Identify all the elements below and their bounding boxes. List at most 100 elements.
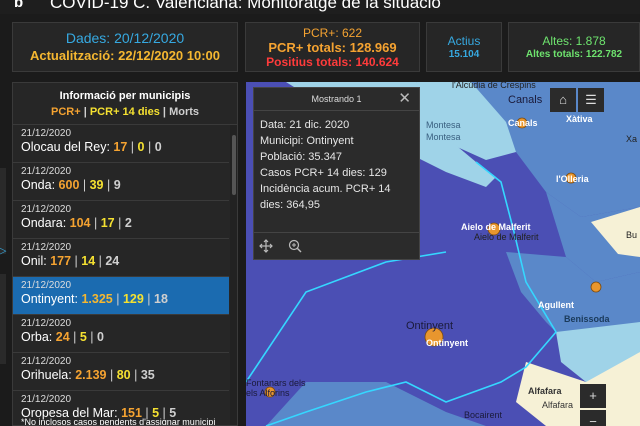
popup-body: Data: 21 dic. 2020 Municipi: Ontinyent Pob… [254, 111, 419, 219]
row-municipality: Onda: [21, 178, 56, 192]
data-date: Dades: 20/12/2020 [65, 30, 185, 46]
row-municipality: Onil: [21, 254, 47, 268]
footnote: *No inclosos casos pendents d'assignar m… [21, 417, 216, 426]
zoom-out-button[interactable]: − [580, 410, 606, 426]
municipality-rows: 21/12/2020 Olocau del Rey: 17 | 0 | 0 21/1… [13, 125, 229, 425]
row-values: Olocau del Rey: 17 | 0 | 0 [21, 140, 162, 154]
row-morts: 2 [124, 216, 132, 230]
row-date: 21/12/2020 [21, 204, 72, 215]
pan-icon[interactable] [259, 239, 273, 253]
expand-arrow-icon[interactable]: ▷ [0, 244, 6, 257]
row-values: Ondara: 104 | 17 | 2 [21, 216, 132, 230]
left-edge-panel-2 [0, 274, 6, 364]
row-morts: 35 [140, 368, 155, 382]
label-canals-town: Canals [508, 118, 538, 128]
popup-actions [259, 239, 302, 253]
list-item[interactable]: 21/12/2020 Onda: 600 | 39 | 9 [13, 163, 229, 201]
label-montesa: Montesa [426, 120, 461, 130]
row-pcr14: 5 [79, 330, 87, 344]
actius-value: 15.104 [448, 49, 480, 60]
row-pcr: 600 [58, 178, 80, 192]
row-values: Onda: 600 | 39 | 9 [21, 178, 121, 192]
row-municipality: Orba: [21, 330, 53, 344]
list-item[interactable]: 21/12/2020 Olocau del Rey: 17 | 0 | 0 [13, 125, 229, 163]
row-pcr: 177 [50, 254, 72, 268]
label-canals: Canals [508, 94, 543, 106]
row-morts: 9 [113, 178, 121, 192]
label-fontanars: Fontanars dels [246, 378, 306, 388]
label-benissoda: Benissoda [564, 314, 610, 324]
row-pcr14: 17 [100, 216, 115, 230]
list-item[interactable]: 21/12/2020 Onil: 177 | 14 | 24 [13, 239, 229, 277]
list-header: Informació per municipis PCR+ | PCR+ 14 … [13, 83, 237, 125]
pcr-panel: PCR+: 622 PCR+ totals: 128.969 Positius … [245, 22, 420, 72]
scrollbar-thumb[interactable] [232, 135, 236, 195]
top-bar: b COVID-19 C. Valenciana: Monitoratge de… [0, 0, 640, 14]
close-icon[interactable]: ✕ [398, 88, 411, 110]
popup-footer [254, 232, 419, 259]
label-ontinyent-town: Ontinyent [426, 338, 468, 348]
row-pcr: 2.139 [75, 368, 107, 382]
label-montesa-town: Montesa [426, 132, 461, 142]
label-olleria: l'Olleria [556, 174, 589, 184]
label-alfafara-town: Alfafara [542, 400, 574, 410]
row-pcr: 17 [113, 140, 128, 154]
marker-agullent [590, 281, 602, 293]
list-item[interactable]: 21/12/2020 Ontinyent: 1.325 | 129 | 18 [13, 277, 229, 315]
row-morts: 18 [154, 292, 168, 306]
row-municipality: Orihuela: [21, 368, 72, 382]
left-edge-panel [0, 168, 6, 254]
label-alfafara: Alfafara [528, 386, 562, 396]
page-title: COVID-19 C. Valenciana: Monitoratge de l… [50, 0, 441, 12]
popup-header: Mostrando 1 ✕ [254, 88, 419, 111]
list-item[interactable]: 21/12/2020 Ondara: 104 | 17 | 2 [13, 201, 229, 239]
popup-title: Mostrando 1 [311, 94, 362, 104]
update-date: Actualització: 22/12/2020 10:00 [29, 48, 221, 63]
row-pcr14: 39 [89, 178, 104, 192]
pcr-today: PCR+: 622 [302, 26, 363, 40]
row-pcr14: 129 [122, 292, 144, 306]
list-legend: PCR+ | PCR+ 14 dies | Morts [50, 106, 200, 118]
row-date: 21/12/2020 [21, 128, 72, 139]
row-pcr14: 80 [116, 368, 131, 382]
home-icon[interactable]: ⌂ [550, 88, 576, 112]
popup-line: Municipi: Ontinyent [260, 135, 354, 147]
label-aielo-town: Aielo de Malferit [474, 232, 539, 242]
legend-pcr: PCR+ [50, 106, 81, 118]
list-title: Informació per municipis [59, 90, 191, 102]
row-date: 21/12/2020 [21, 242, 72, 253]
label-bu: Bu [626, 230, 638, 240]
row-date: 21/12/2020 [21, 318, 72, 329]
zoom-in-button[interactable]: + [580, 384, 606, 408]
altes-label: Altes: 1.878 [542, 34, 606, 48]
actius-label: Actius [447, 34, 481, 48]
label-ontinyent: Ontinyent [406, 320, 454, 332]
row-values: Orba: 24 | 5 | 0 [21, 330, 104, 344]
app-logo: b [14, 0, 24, 11]
dates-panel: Dades: 20/12/2020 Actualització: 22/12/2… [12, 22, 238, 72]
zoom-to-icon[interactable] [288, 239, 302, 253]
row-pcr: 104 [69, 216, 91, 230]
altes-panel: Altes: 1.878 Altes totals: 122.782 [508, 22, 640, 72]
row-pcr: 1.325 [81, 292, 113, 306]
row-morts: 0 [154, 140, 162, 154]
label-alforins: els Alforins [246, 388, 290, 398]
popup-line: Població: 35.347 [260, 151, 342, 163]
row-pcr14: 14 [81, 254, 96, 268]
legend-pcr14: PCR+ 14 dies [89, 106, 160, 118]
label-xativa: Xàtiva [566, 114, 593, 124]
list-item[interactable]: 21/12/2020 Orihuela: 2.139 | 80 | 35 [13, 353, 229, 391]
row-municipality: Olocau del Rey: [21, 140, 110, 154]
actius-panel: Actius 15.104 [426, 22, 502, 72]
row-pcr: 24 [55, 330, 70, 344]
list-scrollbar[interactable] [230, 125, 237, 425]
pcr-total: PCR+ totals: 128.969 [268, 40, 397, 55]
municipality-list-panel: Informació per municipis PCR+ | PCR+ 14 … [12, 82, 238, 426]
row-date: 21/12/2020 [21, 166, 72, 177]
row-values: Orihuela: 2.139 | 80 | 35 [21, 368, 155, 382]
row-date: 21/12/2020 [21, 280, 72, 291]
label-alcudia: l'Alcúdia de Crespins [452, 82, 536, 90]
list-icon[interactable]: ☰ [578, 88, 604, 112]
row-morts: 24 [105, 254, 120, 268]
list-item[interactable]: 21/12/2020 Orba: 24 | 5 | 0 [13, 315, 229, 353]
